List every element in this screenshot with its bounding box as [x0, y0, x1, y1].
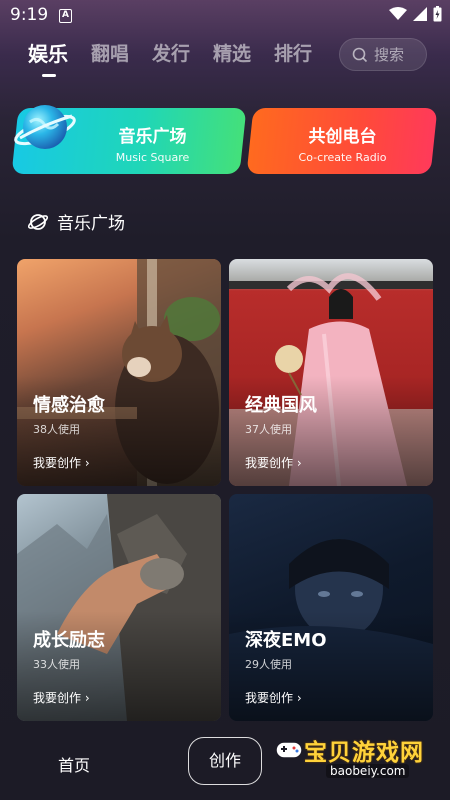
card-title: 经典国风	[245, 395, 317, 416]
chevron-right-icon: ›	[84, 691, 90, 705]
card-create-link[interactable]: 我要创作 ›	[33, 454, 90, 471]
section-title: 音乐广场	[57, 214, 125, 234]
nav-home[interactable]: 首页	[58, 752, 90, 776]
search-placeholder: 搜索	[374, 46, 405, 64]
signal-icon	[413, 7, 427, 21]
card-usage-count: 37人使用	[245, 423, 292, 436]
card-title: 情感治愈	[33, 395, 105, 416]
chevron-right-icon: ›	[296, 456, 302, 470]
co-create-radio-title: 共创电台	[308, 127, 377, 147]
category-card-healing[interactable]: 情感治愈 38人使用 我要创作 ›	[17, 259, 221, 486]
music-square-title: 音乐广场	[118, 127, 187, 147]
tab-ranking[interactable]: 排行	[274, 39, 312, 66]
card-create-link[interactable]: 我要创作 ›	[33, 689, 90, 706]
card-create-link[interactable]: 我要创作 ›	[245, 454, 302, 471]
status-icons	[389, 6, 442, 22]
tab-cover[interactable]: 翻唱	[91, 39, 129, 66]
battery-icon	[433, 6, 442, 22]
nav-create-button[interactable]: 创作	[188, 737, 262, 785]
card-create-link[interactable]: 我要创作 ›	[245, 689, 302, 706]
tab-featured[interactable]: 精选	[213, 39, 251, 66]
card-usage-count: 29人使用	[245, 658, 292, 671]
gamepad-icon	[275, 741, 303, 759]
category-card-classical[interactable]: 经典国风 37人使用 我要创作 ›	[229, 259, 433, 486]
co-create-radio-subtitle: Co-create Radio	[298, 151, 387, 164]
card-title: 深夜EMO	[245, 630, 327, 651]
chevron-right-icon: ›	[84, 456, 90, 470]
card-title: 成长励志	[33, 630, 105, 651]
wifi-icon	[389, 7, 407, 20]
planet-icon	[27, 213, 49, 230]
planet-icon	[14, 105, 76, 149]
status-time: 9:19	[10, 5, 49, 25]
notification-icon: A	[59, 9, 72, 23]
category-card-inspiration[interactable]: 成长励志 33人使用 我要创作 ›	[17, 494, 221, 721]
category-card-late-night[interactable]: 深夜EMO 29人使用 我要创作 ›	[229, 494, 433, 721]
tab-release[interactable]: 发行	[152, 39, 190, 66]
card-usage-count: 38人使用	[33, 423, 80, 436]
music-square-subtitle: Music Square	[115, 151, 190, 164]
search-icon	[352, 47, 368, 62]
search-input[interactable]: 搜索	[339, 38, 427, 71]
top-tabs: 娱乐 翻唱 发行 精选 排行	[28, 38, 312, 77]
status-bar: 9:19 A	[0, 0, 450, 32]
watermark-url: baobeiy.com	[326, 764, 410, 778]
watermark: 宝贝游戏网 baobeiy.com	[274, 730, 444, 790]
co-create-radio-banner[interactable]: 共创电台 Co-create Radio	[246, 108, 438, 174]
watermark-text: 宝贝游戏网	[304, 740, 424, 766]
card-usage-count: 33人使用	[33, 658, 80, 671]
chevron-right-icon: ›	[296, 691, 302, 705]
section-header: 音乐广场	[27, 209, 125, 234]
tab-entertainment[interactable]: 娱乐	[28, 38, 68, 77]
